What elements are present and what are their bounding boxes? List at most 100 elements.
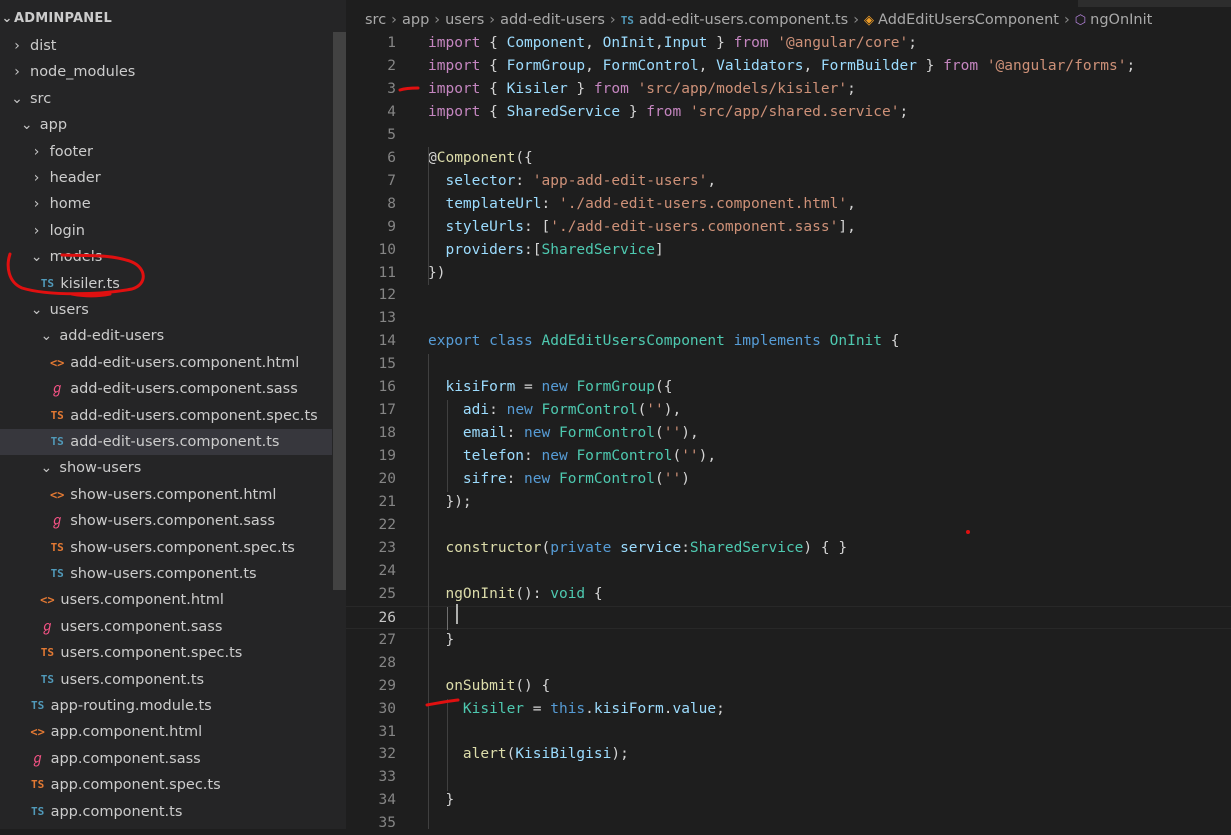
breadcrumb-item-file[interactable]: add-edit-users.component.ts bbox=[639, 12, 848, 28]
code-token: : bbox=[515, 172, 533, 189]
code-line[interactable]: 32 alert(KisiBilgisi); bbox=[346, 743, 1231, 766]
text-cursor bbox=[456, 604, 458, 624]
code-line[interactable]: 27 } bbox=[346, 629, 1231, 652]
code-line[interactable]: 30 Kisiler = this.kisiForm.value; bbox=[346, 698, 1231, 721]
code-token: FormControl bbox=[558, 425, 656, 442]
file-show-users-component-ts[interactable]: TS show-users.component.ts bbox=[0, 561, 332, 587]
code-token: value bbox=[672, 700, 717, 717]
file-add-edit-users-component-html[interactable]: <> add-edit-users.component.html bbox=[0, 350, 332, 376]
folder-app[interactable]: ⌄ app bbox=[0, 112, 332, 138]
file-add-edit-users-component-spec-ts[interactable]: TS add-edit-users.component.spec.ts bbox=[0, 403, 332, 429]
code-token: SharedService bbox=[689, 539, 804, 556]
code-line[interactable]: 16 kisiForm = new FormGroup({ bbox=[346, 376, 1231, 399]
folder-home[interactable]: › home bbox=[0, 191, 332, 217]
code-line[interactable]: 11}) bbox=[346, 262, 1231, 285]
file-show-users-component-html[interactable]: <> show-users.component.html bbox=[0, 482, 332, 508]
file-app-routing-module-ts[interactable]: TS app-routing.module.ts bbox=[0, 693, 332, 719]
file-users-component-ts[interactable]: TS users.component.ts bbox=[0, 667, 332, 693]
line-number: 3 bbox=[387, 80, 396, 97]
code-line[interactable]: 6 @Component({ bbox=[346, 147, 1231, 170]
code-line[interactable]: 4 import { SharedService } from 'src/app/… bbox=[346, 101, 1231, 124]
file-show-users-component-sass[interactable]: ℊ show-users.component.sass bbox=[0, 508, 332, 534]
code-token: sifre bbox=[462, 471, 507, 488]
code-line[interactable]: 24 bbox=[346, 560, 1231, 583]
file-app-component-sass[interactable]: ℊ app.component.sass bbox=[0, 746, 332, 772]
code-line[interactable]: 5 bbox=[346, 124, 1231, 147]
folder-node-modules[interactable]: › node_modules bbox=[0, 59, 332, 85]
code-token: ], bbox=[838, 218, 856, 235]
file-app-component-spec-ts[interactable]: TS app.component.spec.ts bbox=[0, 772, 332, 798]
code-line[interactable]: 19 telefon: new FormControl(''), bbox=[346, 445, 1231, 468]
explorer-section-header[interactable]: ⌄ADMINPANEL bbox=[0, 7, 112, 31]
code-line[interactable]: 20 sifre: new FormControl('') bbox=[346, 468, 1231, 491]
code-token: Kisiler bbox=[506, 80, 568, 97]
code-line[interactable]: 9 styleUrls: ['./add-edit-users.componen… bbox=[346, 216, 1231, 239]
code-token: Kisiler bbox=[462, 700, 525, 717]
line-number: 29 bbox=[378, 677, 396, 694]
code-line[interactable]: 22 bbox=[346, 514, 1231, 537]
code-line[interactable]: 26 bbox=[346, 605, 1231, 629]
code-line[interactable]: 18 email: new FormControl(''), bbox=[346, 422, 1231, 445]
tree-item-label: header bbox=[49, 170, 101, 186]
code-line[interactable]: 7 selector: 'app-add-edit-users', bbox=[346, 170, 1231, 193]
file-add-edit-users-component-sass[interactable]: ℊ add-edit-users.component.sass bbox=[0, 376, 332, 402]
code-token: , bbox=[585, 57, 603, 74]
html-file-icon: <> bbox=[49, 487, 65, 502]
code-token: ( bbox=[541, 539, 551, 556]
folder-dist[interactable]: › dist bbox=[0, 33, 332, 59]
code-token: '' bbox=[663, 471, 682, 488]
code-line[interactable]: 15 bbox=[346, 353, 1231, 376]
code-token: alert bbox=[462, 746, 507, 763]
indent-guide bbox=[447, 699, 448, 791]
file-users-component-spec-ts[interactable]: TS users.component.spec.ts bbox=[0, 640, 332, 666]
code-line[interactable]: 1 import { Component, OnInit,Input } from… bbox=[346, 32, 1231, 55]
folder-add-edit-users[interactable]: ⌄ add-edit-users bbox=[0, 323, 332, 349]
file-app-component-html[interactable]: <> app.component.html bbox=[0, 719, 332, 745]
code-line[interactable]: 17 adi: new FormControl(''), bbox=[346, 399, 1231, 422]
sidebar-scrollbar[interactable] bbox=[333, 32, 346, 590]
folder-header[interactable]: › header bbox=[0, 165, 332, 191]
code-token: = bbox=[524, 700, 551, 717]
indent-guide bbox=[428, 147, 429, 285]
file-show-users-component-spec-ts[interactable]: TS show-users.component.spec.ts bbox=[0, 535, 332, 561]
code-line[interactable]: 3 import { Kisiler } from 'src/app/models… bbox=[346, 78, 1231, 101]
file-app-component-ts[interactable]: TS app.component.ts bbox=[0, 799, 332, 825]
file-add-edit-users-component-ts[interactable]: TS add-edit-users.component.ts bbox=[0, 429, 332, 455]
file-users-component-html[interactable]: <> users.component.html bbox=[0, 587, 332, 613]
code-line[interactable]: 23 constructor(private service:SharedSer… bbox=[346, 537, 1231, 560]
code-editor[interactable]: 1 import { Component, OnInit,Input } from… bbox=[346, 32, 1231, 831]
code-token: = bbox=[515, 379, 542, 396]
line-number: 11 bbox=[378, 264, 396, 281]
breadcrumb-item-add-edit-users[interactable]: add-edit-users bbox=[500, 12, 605, 28]
breadcrumb-item-src[interactable]: src bbox=[365, 12, 386, 28]
sass-file-icon: ℊ bbox=[40, 618, 55, 635]
code-line[interactable]: 21 }); bbox=[346, 491, 1231, 514]
folder-footer[interactable]: › footer bbox=[0, 139, 332, 165]
code-text: constructor(private service:SharedServic… bbox=[428, 537, 847, 560]
breadcrumb-item-app[interactable]: app bbox=[402, 12, 429, 28]
code-token: :[ bbox=[524, 241, 542, 258]
code-line[interactable]: 13 bbox=[346, 307, 1231, 330]
code-line[interactable]: 33 bbox=[346, 766, 1231, 789]
code-line[interactable]: 25 ngOnInit(): void { bbox=[346, 583, 1231, 606]
code-line[interactable]: 14 export class AddEditUsersComponent imp… bbox=[346, 330, 1231, 353]
code-line[interactable]: 29 onSubmit() { bbox=[346, 675, 1231, 698]
tree-item-label: show-users.component.spec.ts bbox=[70, 539, 295, 556]
breadcrumb-item-method[interactable]: ngOnInit bbox=[1090, 12, 1152, 28]
file-users-component-sass[interactable]: ℊ users.component.sass bbox=[0, 614, 332, 640]
tab-bar-fragment bbox=[1078, 0, 1231, 7]
code-line[interactable]: 2 import { FormGroup, FormControl, Valida… bbox=[346, 55, 1231, 78]
code-line[interactable]: 28 bbox=[346, 652, 1231, 675]
code-line[interactable]: 10 providers:[SharedService] bbox=[346, 239, 1231, 262]
code-line[interactable]: 35 bbox=[346, 812, 1231, 835]
folder-show-users[interactable]: ⌄ show-users bbox=[0, 455, 332, 481]
code-line[interactable]: 34 } bbox=[346, 789, 1231, 812]
code-text: import { Component, OnInit,Input } from … bbox=[428, 32, 917, 55]
code-line[interactable]: 12 bbox=[346, 284, 1231, 307]
chevron-right-icon: › bbox=[609, 12, 616, 28]
folder-src[interactable]: ⌄ src bbox=[0, 86, 332, 112]
code-line[interactable]: 8 templateUrl: './add-edit-users.compone… bbox=[346, 193, 1231, 216]
code-line[interactable]: 31 bbox=[346, 721, 1231, 744]
breadcrumb-item-class[interactable]: AddEditUsersComponent bbox=[878, 12, 1059, 28]
breadcrumb-item-users[interactable]: users bbox=[445, 12, 484, 28]
